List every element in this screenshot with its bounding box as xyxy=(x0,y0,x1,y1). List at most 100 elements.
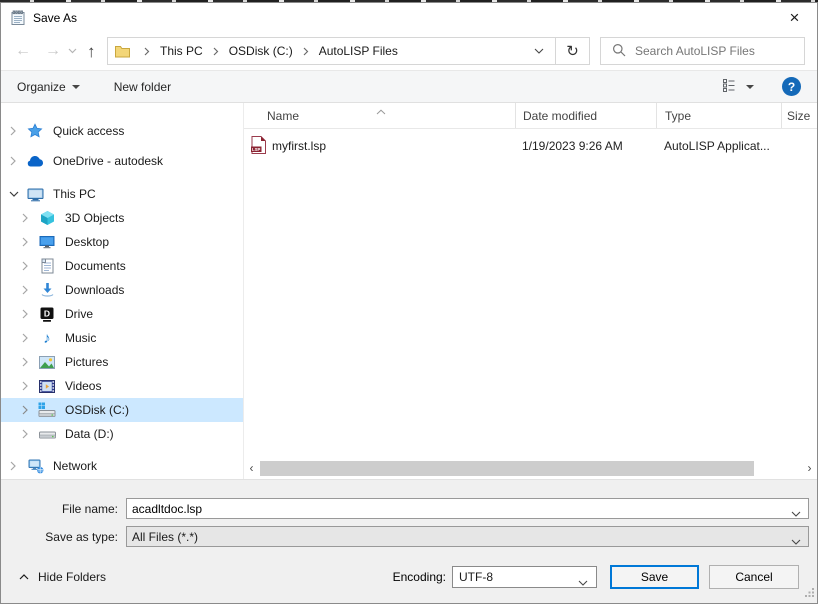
nav-arrows: ← → ↑ xyxy=(9,43,107,60)
sidebar-item-label: OSDisk (C:) xyxy=(65,403,129,417)
breadcrumb-item-osdisk[interactable]: OSDisk (C:) xyxy=(227,44,295,58)
title-bar: Save As × xyxy=(1,3,817,32)
hide-folders-button[interactable]: Hide Folders xyxy=(19,570,106,584)
chevron-right-icon[interactable] xyxy=(21,429,35,439)
sidebar-item-label: Data (D:) xyxy=(65,427,114,441)
file-name-input[interactable] xyxy=(127,499,808,518)
sidebar-item-desktop[interactable]: Desktop xyxy=(1,230,243,254)
forward-icon[interactable]: → xyxy=(45,43,61,59)
refresh-icon: ↻ xyxy=(566,43,579,60)
change-view-button[interactable] xyxy=(723,78,754,95)
folder-icon xyxy=(115,45,130,58)
file-type: AutoLISP Applicat... xyxy=(664,139,770,153)
cancel-button[interactable]: Cancel xyxy=(709,565,799,589)
chevron-down-icon[interactable] xyxy=(9,190,23,198)
scroll-left-icon[interactable]: ‹ xyxy=(245,461,258,476)
sidebar-item-3d-objects[interactable]: 3D Objects xyxy=(1,206,243,230)
close-button[interactable]: × xyxy=(772,3,817,32)
chevron-right-icon[interactable] xyxy=(21,405,35,415)
sidebar-item-onedrive[interactable]: OneDrive - autodesk xyxy=(1,149,243,173)
column-headers: Name Date modified Type Size xyxy=(244,103,817,129)
breadcrumb: This PC OSDisk (C:) AutoLISP Files xyxy=(108,38,523,64)
file-name-combo xyxy=(126,498,809,519)
chevron-right-icon[interactable] xyxy=(21,261,35,271)
scroll-right-icon[interactable]: › xyxy=(803,461,816,476)
chevron-right-icon[interactable] xyxy=(9,126,23,136)
column-header-date-modified[interactable]: Date modified xyxy=(515,103,656,128)
sidebar-item-network[interactable]: Network xyxy=(1,454,243,478)
organize-label: Organize xyxy=(17,79,66,94)
resize-grip[interactable] xyxy=(805,586,814,600)
sidebar-item-osdisk-selected[interactable]: OSDisk (C:) xyxy=(1,398,243,422)
picture-icon xyxy=(37,355,57,369)
save-as-dialog: Save As × ← → ↑ This PC OSDisk (C:) Auto… xyxy=(0,2,818,604)
scrollbar-thumb[interactable] xyxy=(260,461,754,476)
help-icon: ? xyxy=(787,79,796,94)
sidebar-item-drive[interactable]: D Drive xyxy=(1,302,243,326)
sort-ascending-icon[interactable] xyxy=(376,104,386,118)
column-header-type[interactable]: Type xyxy=(656,103,781,128)
save-as-type-select[interactable]: All Files (*.*) xyxy=(126,526,809,547)
close-icon: × xyxy=(789,7,800,27)
bottom-panel: File name: Save as type: All Files (*.*)… xyxy=(1,479,817,603)
sidebar-item-quick-access[interactable]: Quick access xyxy=(1,119,243,143)
refresh-button[interactable]: ↻ xyxy=(555,38,589,64)
chevron-right-icon[interactable] xyxy=(21,309,35,319)
chevron-right-icon[interactable] xyxy=(21,213,35,223)
column-header-size[interactable]: Size xyxy=(781,103,817,128)
sidebar-item-label: Documents xyxy=(65,259,126,273)
sidebar-item-music[interactable]: ♪ Music xyxy=(1,326,243,350)
sidebar-item-videos[interactable]: Videos xyxy=(1,374,243,398)
save-as-type-label: Save as type: xyxy=(45,529,118,544)
computer-icon xyxy=(25,187,45,202)
file-list: Name Date modified Type Size LSP myfirst… xyxy=(244,103,817,479)
breadcrumb-item-autolisp-files[interactable]: AutoLISP Files xyxy=(317,44,400,58)
file-row[interactable]: LSP myfirst.lsp 1/19/2023 9:26 AM AutoLI… xyxy=(244,135,817,157)
chevron-right-icon[interactable] xyxy=(9,156,23,166)
encoding-select[interactable]: UTF-8 xyxy=(452,566,597,588)
help-button[interactable]: ? xyxy=(782,77,801,96)
document-icon xyxy=(37,258,57,274)
monitor-icon xyxy=(37,235,57,249)
horizontal-scrollbar[interactable]: ‹ › xyxy=(245,461,816,476)
chevron-right-icon[interactable] xyxy=(9,461,23,471)
chevron-right-icon[interactable] xyxy=(21,237,35,247)
sidebar-item-documents[interactable]: Documents xyxy=(1,254,243,278)
address-bar: This PC OSDisk (C:) AutoLISP Files ↻ xyxy=(107,37,590,65)
svg-text:LSP: LSP xyxy=(252,146,260,151)
up-icon[interactable]: ↑ xyxy=(87,43,96,60)
file-name: myfirst.lsp xyxy=(272,139,326,153)
sidebar-item-label: Downloads xyxy=(65,283,125,297)
save-button[interactable]: Save xyxy=(610,565,699,589)
sidebar-item-downloads[interactable]: Downloads xyxy=(1,278,243,302)
organize-button[interactable]: Organize xyxy=(17,80,80,94)
sidebar-item-data-drive[interactable]: Data (D:) xyxy=(1,422,243,446)
sidebar-item-label: Music xyxy=(65,331,97,345)
sidebar-item-this-pc[interactable]: This PC xyxy=(1,182,243,206)
chevron-right-icon[interactable] xyxy=(21,381,35,391)
music-note-icon: ♪ xyxy=(43,329,51,347)
main-area: Quick access OneDrive - autodesk This PC… xyxy=(1,103,817,479)
window-title: Save As xyxy=(33,10,78,25)
sidebar-item-pictures[interactable]: Pictures xyxy=(1,350,243,374)
lsp-file-icon: LSP xyxy=(251,135,266,157)
chevron-right-icon[interactable] xyxy=(21,333,35,343)
file-date-modified: 1/19/2023 9:26 AM xyxy=(522,139,623,153)
download-arrow-icon xyxy=(37,282,57,298)
chevron-right-icon[interactable] xyxy=(21,285,35,295)
back-icon[interactable]: ← xyxy=(15,43,31,59)
new-folder-button[interactable]: New folder xyxy=(114,80,171,94)
autodesk-drive-icon: D xyxy=(37,307,57,322)
recent-locations-chevron-icon[interactable] xyxy=(68,48,77,54)
file-name-cell[interactable]: LSP myfirst.lsp xyxy=(244,135,515,157)
encoding-label: Encoding: xyxy=(392,570,446,584)
breadcrumb-item-this-pc[interactable]: This PC xyxy=(158,44,205,58)
sidebar-item-label: Drive xyxy=(65,307,94,321)
navigation-bar: ← → ↑ This PC OSDisk (C:) AutoLISP Files xyxy=(1,32,817,70)
chevron-right-icon[interactable] xyxy=(21,357,35,367)
search-input[interactable]: Search AutoLISP Files xyxy=(600,37,805,65)
address-dropdown-chevron-icon[interactable] xyxy=(523,38,555,64)
chevron-down-icon[interactable] xyxy=(791,506,801,520)
sidebar-item-label: Network xyxy=(53,459,98,473)
sidebar-item-label: This PC xyxy=(53,187,96,201)
